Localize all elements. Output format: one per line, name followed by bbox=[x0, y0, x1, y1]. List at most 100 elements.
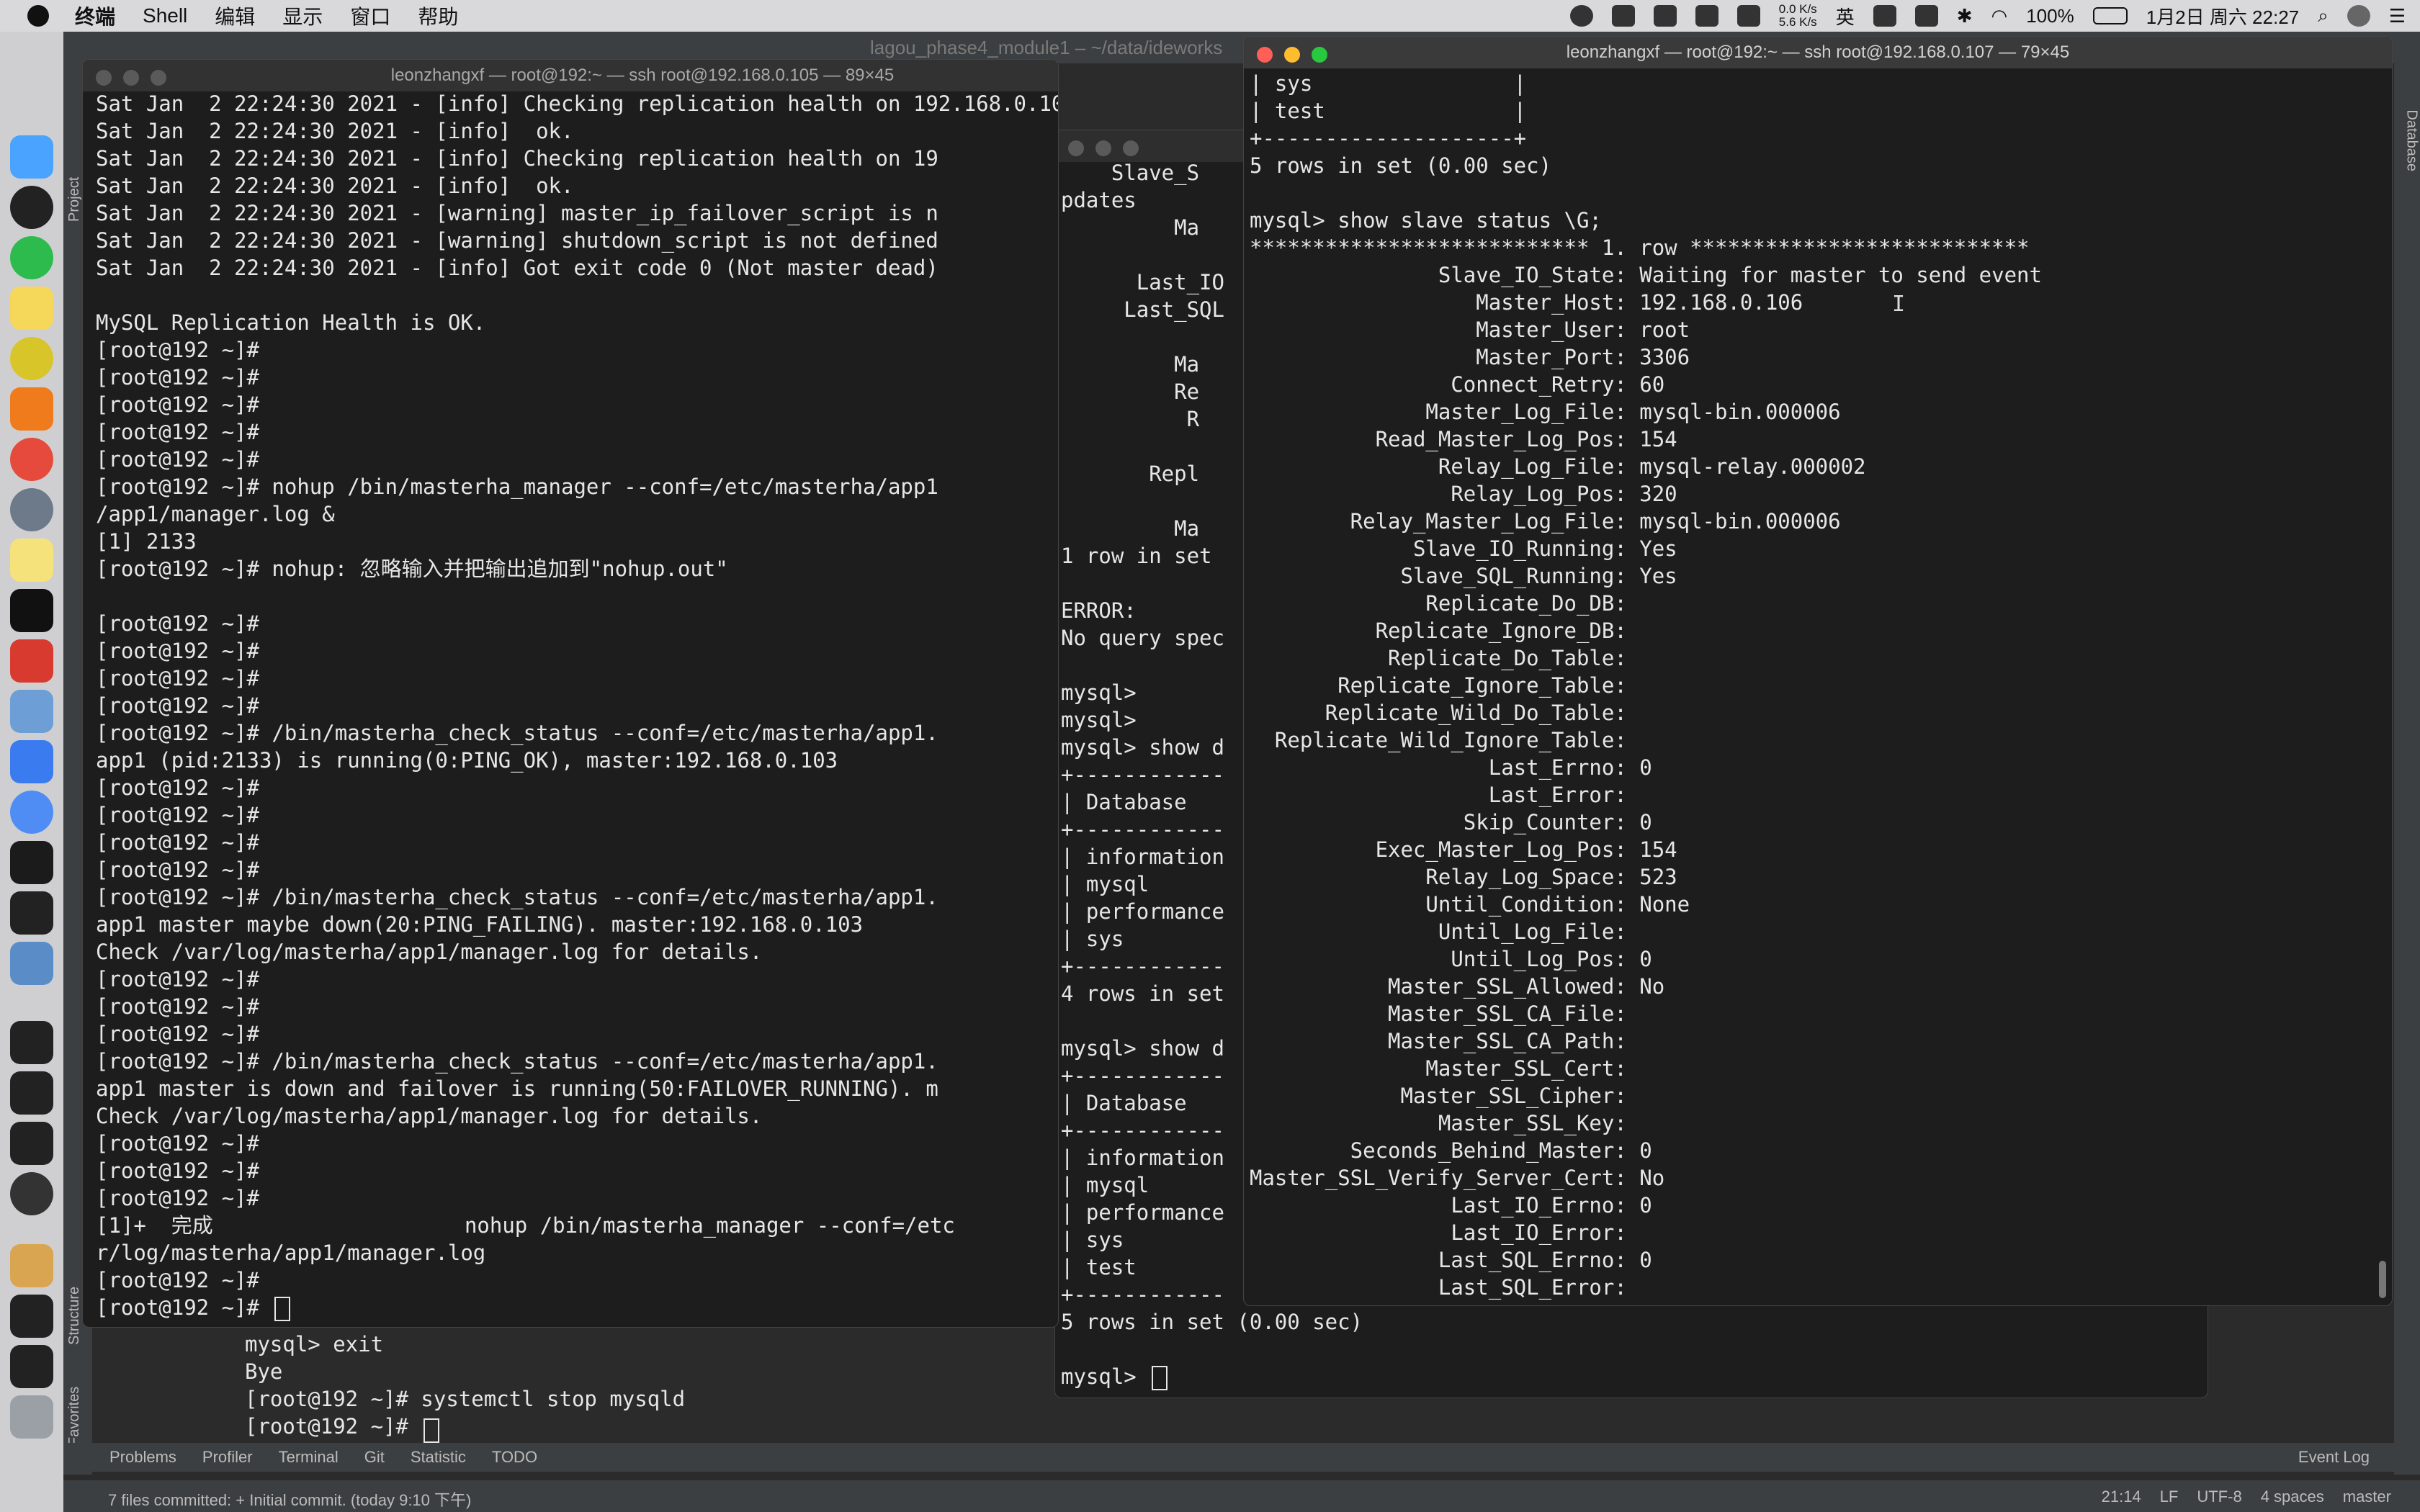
terminal-line-text: Seconds_Behind_Master: 0 bbox=[1250, 1138, 1652, 1163]
status-app-icon[interactable] bbox=[1873, 5, 1896, 27]
stickies-icon[interactable] bbox=[10, 539, 53, 582]
terminal-window-left[interactable]: leonzhangxf — root@192:~ — ssh root@192.… bbox=[82, 59, 1059, 1328]
terminal-window-icon[interactable] bbox=[10, 891, 53, 935]
minimize-button[interactable] bbox=[1284, 47, 1300, 63]
tab-project[interactable]: Project bbox=[66, 177, 83, 222]
terminal-window-icon[interactable] bbox=[10, 1071, 53, 1115]
terminal-line-text: [root@192 ~]# bbox=[96, 693, 259, 718]
terminal-output[interactable]: Sat Jan 2 22:24:30 2021 - [info] Checkin… bbox=[83, 90, 1058, 1327]
terminal-line: Until_Log_File: bbox=[1250, 918, 2392, 945]
qq-icon[interactable] bbox=[10, 186, 53, 229]
terminal-window-icon[interactable] bbox=[10, 1345, 53, 1388]
system-preferences-icon[interactable] bbox=[10, 488, 53, 531]
tool-tab-profiler[interactable]: Profiler bbox=[202, 1448, 253, 1467]
finder-icon[interactable] bbox=[10, 135, 53, 179]
terminal-line: mysql> bbox=[1061, 1363, 2208, 1390]
terminal-line-text: | information bbox=[1061, 845, 1224, 869]
menu-view[interactable]: 显示 bbox=[282, 1, 323, 30]
status-app-icon[interactable] bbox=[1914, 5, 1938, 27]
obs-icon[interactable] bbox=[10, 1172, 53, 1215]
terminal-window-right[interactable]: leonzhangxf — root@192:~ — ssh root@192.… bbox=[1243, 36, 2393, 1306]
chrome-icon[interactable] bbox=[10, 438, 53, 481]
apple-menu-icon[interactable] bbox=[27, 5, 49, 27]
tab-database[interactable]: Database bbox=[2403, 109, 2420, 171]
tab-structure[interactable]: Structure bbox=[66, 1287, 83, 1345]
terminal-line-text: R bbox=[1061, 407, 1200, 431]
battery-icon[interactable] bbox=[2092, 7, 2128, 24]
terminal-line: *************************** 1. row *****… bbox=[1250, 234, 2392, 261]
status-app-icon[interactable] bbox=[1611, 5, 1635, 27]
terminal-line: MySQL Replication Health is OK. bbox=[96, 309, 1058, 336]
tool-tab-statistic[interactable]: Statistic bbox=[411, 1448, 466, 1467]
bell-icon[interactable] bbox=[1736, 5, 1760, 27]
terminal-line: /app1/manager.log & bbox=[96, 500, 1058, 528]
trash-icon[interactable] bbox=[10, 1395, 53, 1439]
zoom-button[interactable] bbox=[151, 70, 166, 86]
menu-window[interactable]: 窗口 bbox=[350, 1, 390, 30]
terminal-line-text: Master_Log_File: mysql-bin.000006 bbox=[1250, 400, 1841, 424]
event-log-button[interactable]: Event Log bbox=[2298, 1448, 2370, 1467]
terminal-line: r/log/masterha/app1/manager.log bbox=[96, 1239, 1058, 1266]
terminal-line: Master_SSL_Key: bbox=[1250, 1110, 2392, 1137]
tool-tab-terminal[interactable]: Terminal bbox=[279, 1448, 339, 1467]
virtualbox-icon[interactable] bbox=[10, 942, 53, 985]
wifi-icon[interactable]: ◠ bbox=[1991, 5, 2008, 27]
bluetooth-icon[interactable]: ✱ bbox=[1957, 5, 1973, 27]
status-line-col[interactable]: 21:14 bbox=[2102, 1488, 2141, 1506]
intellij-icon[interactable] bbox=[10, 841, 53, 884]
status-git-branch[interactable]: master bbox=[2343, 1488, 2391, 1506]
menu-edit[interactable]: 编辑 bbox=[215, 1, 255, 30]
status-app-icon[interactable] bbox=[1653, 5, 1677, 27]
menu-shell[interactable]: Shell bbox=[143, 4, 187, 27]
status-line-separator[interactable]: LF bbox=[2160, 1488, 2179, 1506]
zoom-button[interactable] bbox=[1123, 140, 1139, 156]
terminal-window-icon[interactable] bbox=[10, 1122, 53, 1165]
notification-center-icon[interactable]: ☰ bbox=[2389, 5, 2406, 27]
terminal-window-icon[interactable] bbox=[10, 1021, 53, 1064]
tool-tab-git[interactable]: Git bbox=[364, 1448, 385, 1467]
status-indent[interactable]: 4 spaces bbox=[2261, 1488, 2324, 1506]
terminal-window-icon[interactable] bbox=[10, 1295, 53, 1338]
status-app-icon[interactable] bbox=[1695, 5, 1718, 27]
tab-favorites[interactable]: Favorites bbox=[66, 1387, 83, 1446]
wps-icon[interactable] bbox=[10, 740, 53, 783]
terminal-line-text: | sys bbox=[1061, 1228, 1124, 1252]
terminal-output[interactable]: | sys | | test | +--------------------+ 5 r… bbox=[1244, 70, 2392, 1305]
status-app-icon[interactable] bbox=[1569, 5, 1593, 27]
baidu-netdisk-icon[interactable] bbox=[10, 791, 53, 834]
terminal-line: [root@192 ~]# bbox=[96, 1020, 1058, 1048]
terminal-line: Replicate_Do_DB: bbox=[1250, 590, 2392, 617]
tool-tab-todo[interactable]: TODO bbox=[492, 1448, 537, 1467]
sublime-icon[interactable] bbox=[10, 387, 53, 431]
scrollbar-thumb[interactable] bbox=[2379, 1261, 2386, 1298]
wechat-icon[interactable] bbox=[10, 236, 53, 279]
status-message[interactable]: 7 files committed: + Initial commit. (to… bbox=[108, 1488, 471, 1511]
close-button[interactable] bbox=[1257, 47, 1273, 63]
user-avatar-icon[interactable] bbox=[2347, 5, 2370, 27]
minimize-button[interactable] bbox=[123, 70, 139, 86]
close-button[interactable] bbox=[1068, 140, 1084, 156]
spotlight-search-icon[interactable]: ⌕ bbox=[2318, 4, 2329, 27]
terminal-line-text: [root@192 ~]# /bin/masterha_check_status… bbox=[96, 885, 938, 909]
status-encoding[interactable]: UTF-8 bbox=[2197, 1488, 2241, 1506]
terminal-line-text: [root@192 ~]# bbox=[96, 365, 259, 390]
battery-percent[interactable]: 100% bbox=[2026, 5, 2074, 27]
downloads-folder-icon[interactable] bbox=[10, 1244, 53, 1287]
tool-tab-problems[interactable]: Problems bbox=[109, 1448, 176, 1467]
terminal-icon[interactable] bbox=[10, 589, 53, 632]
terminal-line-text: Slave_IO_State: Waiting for master to se… bbox=[1250, 263, 2042, 287]
notes-icon[interactable] bbox=[10, 287, 53, 330]
youdao-icon[interactable] bbox=[10, 639, 53, 683]
zoom-button[interactable] bbox=[1312, 47, 1327, 63]
menu-status-area: 0.0 K/s 5.6 K/s 英 ✱ ◠ 100% 1月2日 周六 22:27… bbox=[1569, 0, 2406, 32]
menu-app-name[interactable]: 终端 bbox=[75, 1, 115, 30]
input-method[interactable]: 英 bbox=[1836, 3, 1855, 30]
clock[interactable]: 1月2日 周六 22:27 bbox=[2146, 3, 2299, 30]
terminal-line-text: +------------ bbox=[1061, 817, 1224, 842]
close-button[interactable] bbox=[96, 70, 112, 86]
menu-help[interactable]: 帮助 bbox=[418, 1, 458, 30]
minimize-button[interactable] bbox=[1095, 140, 1111, 156]
music-icon[interactable] bbox=[10, 337, 53, 380]
preview-icon[interactable] bbox=[10, 690, 53, 733]
terminal-line-text: Replicate_Wild_Ignore_Table: bbox=[1250, 728, 1627, 752]
